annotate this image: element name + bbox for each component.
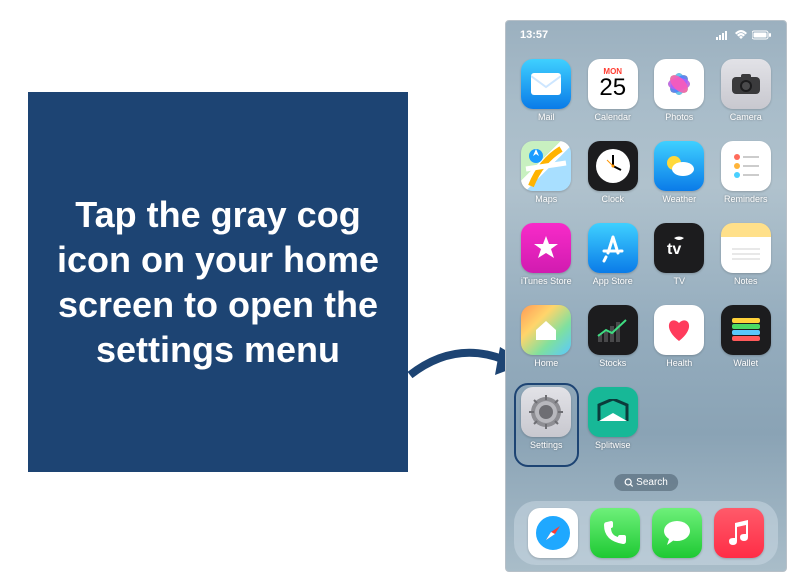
signal-icon [716, 30, 730, 40]
app-home[interactable]: Home [518, 305, 575, 381]
app-label: Calendar [594, 112, 631, 122]
dock-app-music[interactable] [714, 508, 764, 558]
app-label: Notes [734, 276, 758, 286]
dock [514, 501, 778, 565]
app-label: App Store [593, 276, 633, 286]
notes-icon [721, 223, 771, 273]
app-weather[interactable]: Weather [651, 141, 708, 217]
dock-app-phone[interactable] [590, 508, 640, 558]
app-calendar[interactable]: MON 25 Calendar [585, 59, 642, 135]
app-label: Mail [538, 112, 555, 122]
app-maps[interactable]: Maps [518, 141, 575, 217]
dock-app-messages[interactable] [652, 508, 702, 558]
clock-icon [588, 141, 638, 191]
stocks-icon [588, 305, 638, 355]
svg-text:tv: tv [667, 241, 681, 258]
app-label: Photos [665, 112, 693, 122]
app-store-icon [588, 223, 638, 273]
settings-icon [521, 387, 571, 437]
app-itunes-store[interactable]: iTunes Store [518, 223, 575, 299]
app-photos[interactable]: Photos [651, 59, 708, 135]
maps-icon [521, 141, 571, 191]
reminders-icon [721, 141, 771, 191]
app-clock[interactable]: Clock [585, 141, 642, 217]
app-label: Splitwise [595, 440, 631, 450]
app-stocks[interactable]: Stocks [585, 305, 642, 381]
dock-app-safari[interactable] [528, 508, 578, 558]
app-tv[interactable]: tv TV [651, 223, 708, 299]
home-icon [521, 305, 571, 355]
app-grid: Mail MON 25 Calendar Photos Camera [506, 45, 786, 463]
itunes-store-icon [521, 223, 571, 273]
status-time: 13:57 [520, 29, 548, 41]
battery-icon [752, 30, 772, 40]
mail-icon [521, 59, 571, 109]
app-label: TV [673, 276, 685, 286]
search-icon [624, 478, 633, 487]
app-notes[interactable]: Notes [718, 223, 775, 299]
app-label: Settings [530, 440, 563, 450]
app-mail[interactable]: Mail [518, 59, 575, 135]
instruction-callout: Tap the gray cog icon on your home scree… [28, 92, 408, 472]
app-settings[interactable]: Settings [514, 383, 579, 467]
photos-icon [654, 59, 704, 109]
app-label: Home [534, 358, 558, 368]
iphone-home-screen: 13:57 Mail MON 25 Calendar [505, 20, 787, 572]
app-label: iTunes Store [521, 276, 572, 286]
app-reminders[interactable]: Reminders [718, 141, 775, 217]
app-health[interactable]: Health [651, 305, 708, 381]
app-label: Camera [730, 112, 762, 122]
app-wallet[interactable]: Wallet [718, 305, 775, 381]
splitwise-icon [588, 387, 638, 437]
tv-icon: tv [654, 223, 704, 273]
calendar-icon: MON 25 [588, 59, 638, 109]
app-label: Stocks [599, 358, 626, 368]
app-label: Maps [535, 194, 557, 204]
app-camera[interactable]: Camera [718, 59, 775, 135]
camera-icon [721, 59, 771, 109]
status-right [716, 30, 772, 40]
weather-icon [654, 141, 704, 191]
app-label: Health [666, 358, 692, 368]
app-label: Wallet [733, 358, 758, 368]
health-icon [654, 305, 704, 355]
app-label: Reminders [724, 194, 768, 204]
wifi-icon [734, 30, 748, 40]
app-label: Weather [662, 194, 696, 204]
calendar-day: 25 [599, 76, 626, 100]
app-app-store[interactable]: App Store [585, 223, 642, 299]
search-button[interactable]: Search [614, 474, 678, 491]
app-label: Clock [601, 194, 624, 204]
instruction-text: Tap the gray cog icon on your home scree… [46, 192, 390, 372]
wallet-icon [721, 305, 771, 355]
search-label: Search [636, 477, 668, 488]
status-bar: 13:57 [506, 21, 786, 45]
app-splitwise[interactable]: Splitwise [585, 387, 642, 463]
